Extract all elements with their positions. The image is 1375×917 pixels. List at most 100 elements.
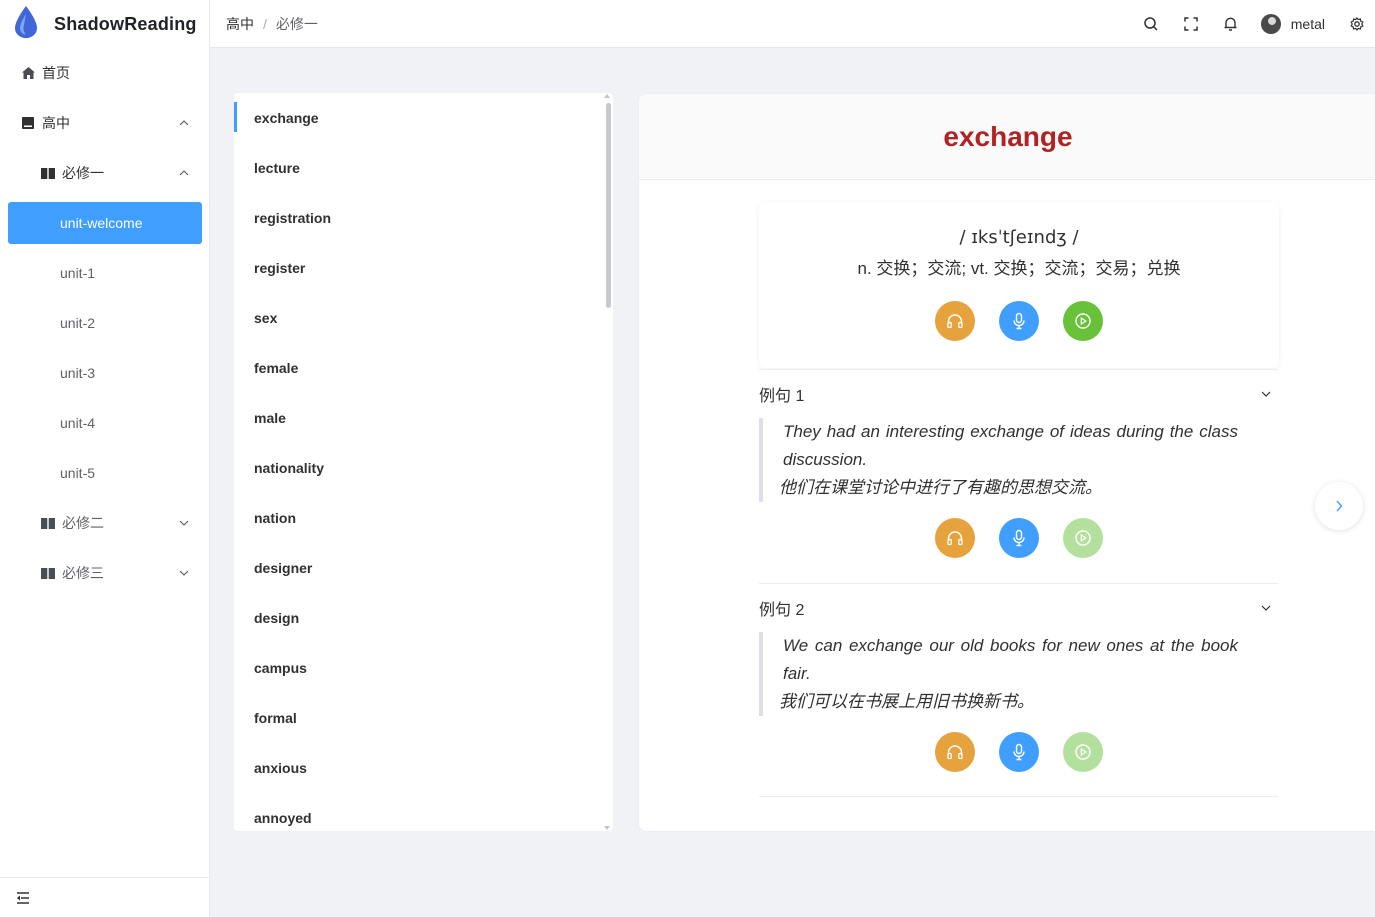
word-item[interactable]: lecture <box>234 143 613 193</box>
example-header[interactable]: 例句 2 <box>759 584 1278 632</box>
headphones-icon <box>947 314 963 329</box>
menu-label-unit: unit-1 <box>60 265 96 281</box>
droplet-logo-icon <box>12 4 40 45</box>
record-button[interactable] <box>998 732 1039 772</box>
user-menu[interactable]: metal <box>1260 14 1325 34</box>
sidebar: ShadowReading 首页 高中 必修一 unit-welcome uni… <box>0 0 210 917</box>
word-item[interactable]: formal <box>234 693 613 743</box>
menu-label-unit: unit-5 <box>60 465 96 481</box>
scroll-down-arrow[interactable] <box>604 826 610 830</box>
example-english: They had an interesting exchange of idea… <box>783 422 1238 469</box>
pronunciation-card: / ɪksˈtʃeɪndʒ / n. 交换；交流; vt. 交换；交流；交易；兑… <box>759 202 1279 368</box>
word-list-scrollbar[interactable] <box>606 103 611 308</box>
word-title: exchange <box>943 120 1073 152</box>
word-item[interactable]: male <box>234 393 613 443</box>
menu-item-bixiu1[interactable]: 必修一 <box>0 148 210 198</box>
microphone-icon <box>1013 312 1025 330</box>
home-icon <box>20 65 36 81</box>
listen-button[interactable] <box>934 732 975 772</box>
menu-label-bixiu2: 必修二 <box>62 515 104 531</box>
play-icon <box>1074 530 1091 546</box>
listen-button[interactable] <box>934 518 975 558</box>
menu-label-bixiu3: 必修三 <box>62 565 104 581</box>
word-item[interactable]: campus <box>234 643 613 693</box>
word-item[interactable]: registration <box>234 193 613 243</box>
word-item[interactable]: nation <box>234 493 613 543</box>
example-header[interactable]: 例句 1 <box>759 370 1278 418</box>
headphones-icon <box>946 745 963 760</box>
menu-item-gaozhong[interactable]: 高中 <box>0 98 210 148</box>
word-item[interactable]: design <box>234 593 613 643</box>
menu-item-unit-1[interactable]: unit-1 <box>0 248 210 298</box>
open-book-icon <box>40 165 56 181</box>
record-button[interactable] <box>998 518 1039 558</box>
example-quote: We can exchange our old books for new on… <box>759 632 1278 716</box>
book-icon <box>20 115 36 131</box>
example-audio-controls <box>759 732 1278 772</box>
play-recording-button-disabled[interactable] <box>1062 732 1103 772</box>
example-label: 例句 2 <box>759 602 805 619</box>
username: metal <box>1290 16 1325 32</box>
scroll-up-arrow[interactable] <box>604 94 610 98</box>
example-chinese: 他们在课堂讨论中进行了有趣的思想交流。 <box>779 478 1102 497</box>
chevron-down-icon <box>1261 605 1271 611</box>
phonetic: / ɪksˈtʃeɪndʒ / <box>959 227 1079 248</box>
collapse-sidebar-button[interactable] <box>0 877 210 917</box>
word-item[interactable]: nationality <box>234 443 613 493</box>
play-recording-button-disabled[interactable] <box>1062 518 1103 558</box>
menu-item-unit-2[interactable]: unit-2 <box>0 298 210 348</box>
settings-button[interactable] <box>1339 0 1375 48</box>
menu-fold-icon <box>17 891 29 904</box>
menu-item-unit-5[interactable]: unit-5 <box>0 448 210 498</box>
chevron-down-icon <box>1261 391 1271 397</box>
gear-icon <box>1350 17 1364 31</box>
menu-label-bixiu1: 必修一 <box>62 165 104 181</box>
top-header: 高中 / 必修一 metal <box>210 0 1375 48</box>
chevron-up-icon <box>179 120 189 126</box>
breadcrumb: 高中 / 必修一 <box>226 14 318 34</box>
breadcrumb-item[interactable]: 高中 <box>226 14 254 34</box>
menu-label-home: 首页 <box>42 65 70 81</box>
side-menu: 首页 高中 必修一 unit-welcome unit-1 unit-2 uni… <box>0 48 210 598</box>
menu-label-unit: unit-3 <box>60 365 96 381</box>
example-block-1: 例句 1 They had an interesting exchange of… <box>759 369 1278 580</box>
menu-item-unit-4[interactable]: unit-4 <box>0 398 210 448</box>
example-audio-controls <box>759 518 1278 558</box>
app-name: ShadowReading <box>54 13 197 34</box>
fullscreen-button[interactable] <box>1171 0 1211 48</box>
example-block-2: 例句 2 We can exchange our old books for n… <box>759 583 1278 797</box>
word-item[interactable]: anxious <box>234 743 613 793</box>
word-audio-controls <box>759 301 1279 341</box>
play-recording-button[interactable] <box>1063 301 1103 341</box>
menu-item-bixiu3[interactable]: 必修三 <box>0 548 210 598</box>
menu-label-unit: unit-welcome <box>60 215 143 231</box>
fullscreen-icon <box>1184 17 1198 31</box>
menu-label-unit: unit-4 <box>60 415 96 431</box>
menu-item-bixiu2[interactable]: 必修二 <box>0 498 210 548</box>
menu-label-gaozhong: 高中 <box>42 115 70 131</box>
search-icon <box>1144 17 1158 31</box>
listen-button[interactable] <box>935 301 975 341</box>
word-item-active[interactable]: exchange <box>234 93 613 143</box>
chevron-right-icon <box>1336 500 1343 512</box>
search-button[interactable] <box>1131 0 1171 48</box>
menu-item-unit-welcome[interactable]: unit-welcome <box>8 202 202 244</box>
example-label: 例句 1 <box>759 388 805 405</box>
record-button[interactable] <box>999 301 1039 341</box>
word-item[interactable]: annoyed <box>234 793 613 831</box>
word-item[interactable]: register <box>234 243 613 293</box>
word-item[interactable]: designer <box>234 543 613 593</box>
avatar <box>1260 14 1281 34</box>
example-quote: They had an interesting exchange of idea… <box>759 418 1278 502</box>
notification-button[interactable] <box>1211 0 1251 48</box>
meaning: n. 交换；交流; vt. 交换；交流；交易；兑换 <box>857 259 1181 278</box>
example-english: We can exchange our old books for new on… <box>783 636 1238 683</box>
menu-item-unit-3[interactable]: unit-3 <box>0 348 210 398</box>
menu-item-home[interactable]: 首页 <box>0 48 210 98</box>
logo[interactable]: ShadowReading <box>0 0 210 48</box>
next-word-button[interactable] <box>1315 482 1363 530</box>
example-chinese: 我们可以在书展上用旧书换新书。 <box>779 692 1034 711</box>
word-item[interactable]: sex <box>234 293 613 343</box>
word-detail-card: exchange / ɪksˈtʃeɪndʒ / n. 交换；交流; vt. 交… <box>638 93 1375 832</box>
word-item[interactable]: female <box>234 343 613 393</box>
